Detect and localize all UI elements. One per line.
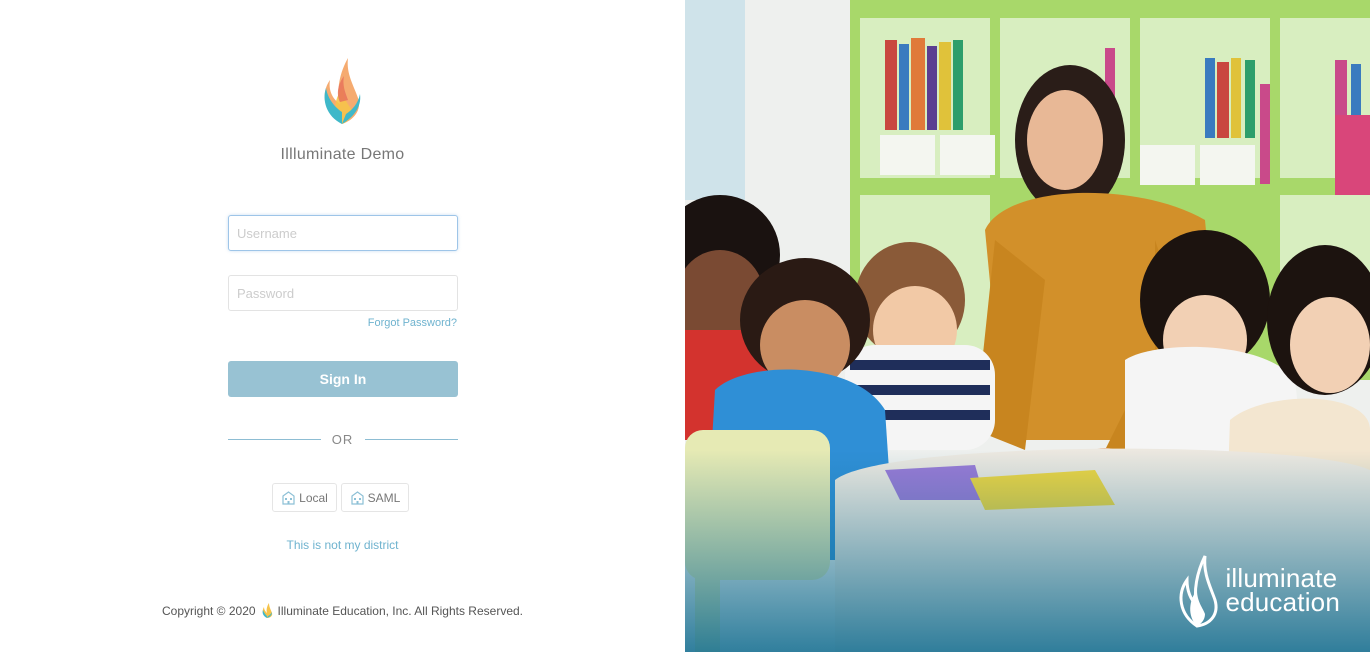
password-input[interactable] (228, 275, 458, 311)
brand-line-2: education (1225, 587, 1340, 617)
hero-photo-panel: illuminate education (685, 0, 1370, 652)
local-auth-label: Local (299, 490, 328, 505)
or-divider-right (365, 439, 458, 440)
login-panel: Illluminate Demo Forgot Password? Sign I… (0, 0, 685, 652)
or-label: OR (331, 432, 354, 447)
local-auth-button[interactable]: Local (272, 483, 337, 512)
username-input[interactable] (228, 215, 458, 251)
copyright-prefix: Copyright © 2020 (161, 603, 256, 618)
district-name: Illluminate Demo (280, 146, 405, 163)
copyright-footer: Copyright © 2020 Illuminate Education, I… (0, 602, 685, 619)
building-icon (282, 490, 295, 505)
not-my-district-link[interactable]: This is not my district (0, 538, 685, 552)
illuminate-flame-logo (324, 58, 361, 124)
saml-auth-label: SAML (367, 490, 401, 505)
illuminate-education-brand: illuminate education (1175, 552, 1340, 628)
illuminate-small-logo-icon (262, 603, 272, 618)
building-icon (351, 490, 364, 505)
flame-logo-white-icon (1179, 555, 1218, 628)
saml-auth-button[interactable]: SAML (341, 483, 409, 512)
copyright-suffix: Illuminate Education, Inc. All Rights Re… (277, 603, 524, 618)
sign-in-button[interactable]: Sign In (228, 361, 458, 397)
forgot-password-link[interactable]: Forgot Password? (368, 317, 457, 329)
